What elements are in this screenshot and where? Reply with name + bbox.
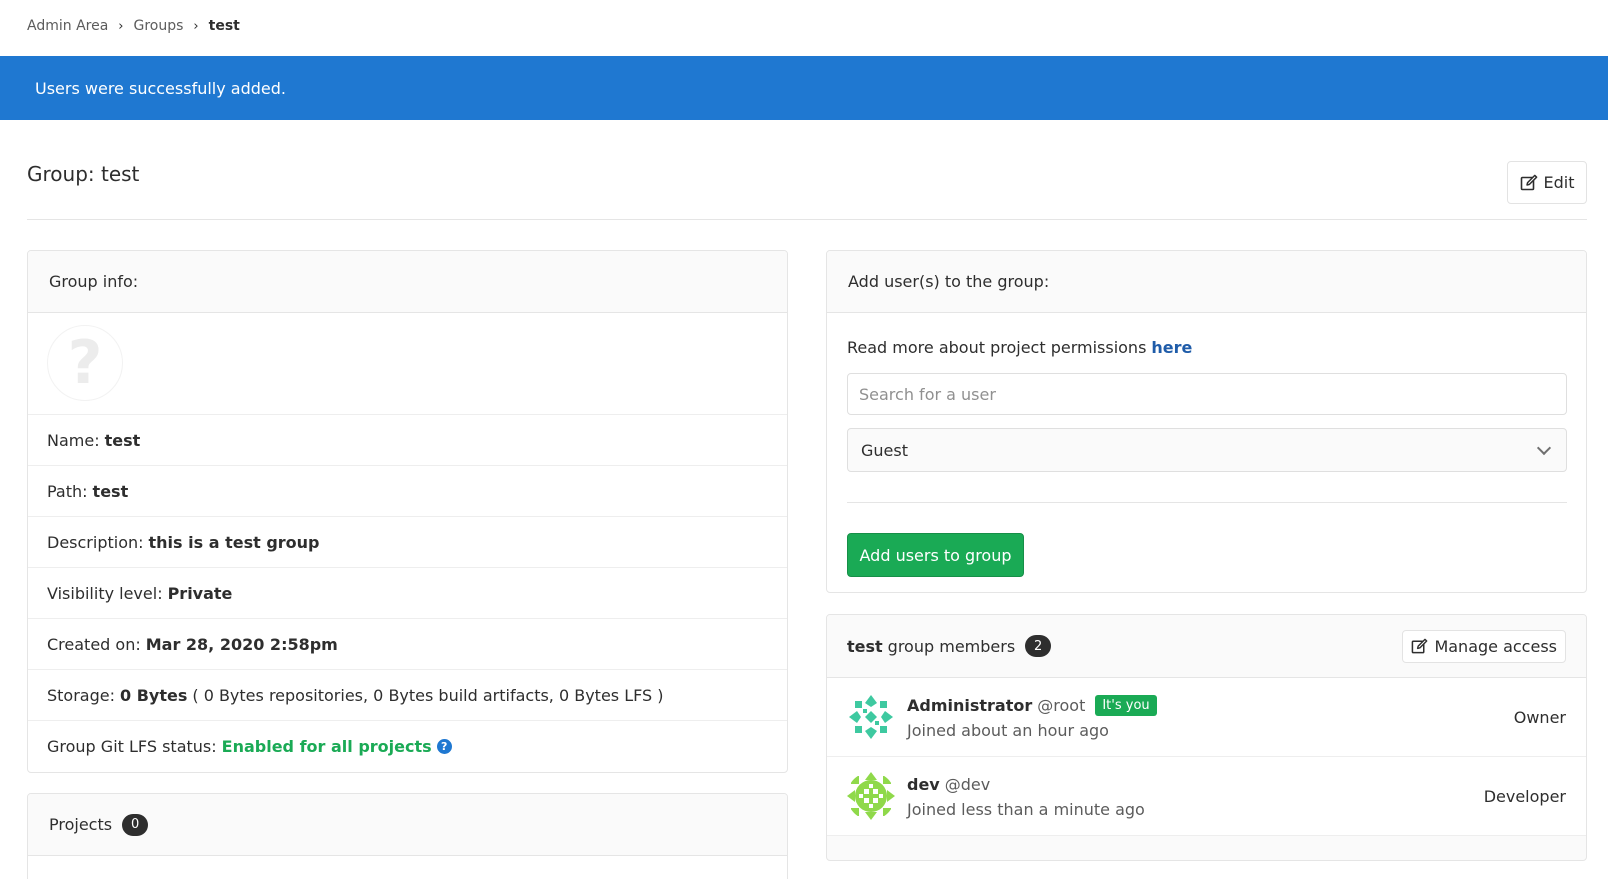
member-role: Developer (1483, 786, 1566, 806)
chevron-right-icon: › (193, 18, 199, 34)
user-search-input[interactable] (847, 373, 1567, 415)
member-row: dev @dev Joined less than a minute ago D… (827, 757, 1586, 836)
storage-detail: ( 0 Bytes repositories, 0 Bytes build ar… (192, 685, 664, 705)
breadcrumb-current[interactable]: test (209, 18, 240, 34)
member-handle: @dev (944, 774, 991, 794)
edit-icon (1520, 174, 1537, 190)
member-joined: Joined about an hour ago (907, 720, 1109, 740)
group-info-panel: Group info: ? Name: test Path: test Desc… (27, 250, 788, 773)
info-row-description: Description: this is a test group (28, 517, 787, 568)
members-title-suffix: group members (887, 636, 1016, 656)
storage-total: 0 Bytes (120, 685, 188, 705)
manage-access-label: Manage access (1434, 636, 1557, 656)
breadcrumb-admin-area[interactable]: Admin Area (27, 18, 108, 34)
member-identity: dev @dev (907, 771, 1484, 797)
group-members-panel: test group members 2 Manage access Admin… (826, 614, 1587, 861)
help-icon[interactable]: ? (436, 739, 452, 754)
path-value: test (92, 481, 129, 501)
members-title: test group members 2 (847, 635, 1052, 657)
lfs-status: Enabled for all projects (221, 737, 432, 756)
projects-title: Projects (49, 815, 113, 834)
group-info-header: Group info: (28, 251, 787, 313)
permissions-label: Read more about project permissions (847, 337, 1147, 357)
group-avatar-row: ? (28, 313, 787, 415)
members-count-badge: 2 (1025, 635, 1052, 657)
lfs-label: Group Git LFS status: (47, 737, 217, 756)
edit-button[interactable]: Edit (1507, 161, 1587, 204)
question-mark-icon: ? (67, 328, 103, 398)
members-header: test group members 2 Manage access (827, 615, 1586, 678)
member-row: Administrator @root It's you Joined abou… (827, 678, 1586, 757)
visibility-label: Visibility level: (47, 583, 163, 603)
members-group-name: test (847, 636, 883, 656)
chevron-down-icon (1536, 440, 1552, 455)
storage-label: Storage: (47, 685, 115, 705)
projects-header: Projects 0 (28, 794, 787, 856)
created-label: Created on: (47, 634, 141, 654)
info-row-storage: Storage: 0 Bytes ( 0 Bytes repositories,… (28, 670, 787, 721)
manage-access-button[interactable]: Manage access (1402, 629, 1566, 663)
identicon-avatar[interactable] (847, 772, 895, 820)
group-avatar: ? (47, 325, 123, 401)
access-level-value: Guest (861, 440, 908, 460)
group-info-title: Group info: (49, 272, 139, 291)
description-value: this is a test group (148, 532, 320, 552)
its-you-badge: It's you (1095, 694, 1157, 716)
edit-icon (1412, 638, 1428, 653)
member-identity: Administrator @root It's you (907, 692, 1514, 718)
add-users-panel: Add user(s) to the group: Read more abou… (826, 250, 1587, 593)
info-row-lfs: Group Git LFS status: Enabled for all pr… (28, 721, 787, 772)
member-name[interactable]: Administrator (907, 696, 1032, 715)
info-row-path: Path: test (28, 466, 787, 517)
member-role: Owner (1513, 707, 1566, 727)
member-joined: Joined less than a minute ago (907, 799, 1145, 819)
info-row-created: Created on: Mar 28, 2020 2:58pm (28, 619, 787, 670)
add-users-title: Add user(s) to the group: (848, 272, 1050, 291)
member-name[interactable]: dev (907, 775, 940, 794)
identicon-avatar[interactable] (847, 693, 895, 741)
page-title: Group: test (27, 162, 140, 186)
name-value: test (104, 430, 141, 450)
breadcrumb: Admin Area › Groups › test (27, 16, 240, 36)
flash-message: Users were successfully added. (35, 78, 286, 98)
title-divider (27, 219, 1587, 220)
add-users-form: Read more about project permissions here… (827, 313, 1586, 577)
name-label: Name: (47, 430, 100, 450)
description-label: Description: (47, 532, 144, 552)
add-users-header: Add user(s) to the group: (827, 251, 1586, 313)
visibility-value: Private (167, 583, 233, 603)
flash-notice: Users were successfully added. (0, 56, 1608, 120)
chevron-right-icon: › (118, 18, 124, 34)
permissions-link[interactable]: here (1151, 338, 1192, 357)
breadcrumb-groups[interactable]: Groups (134, 18, 184, 34)
created-value: Mar 28, 2020 2:58pm (145, 634, 338, 654)
form-divider (847, 502, 1567, 503)
permissions-text: Read more about project permissions here (847, 333, 1566, 361)
add-users-button[interactable]: Add users to group (847, 533, 1024, 577)
info-row-visibility: Visibility level: Private (28, 568, 787, 619)
member-info: Administrator @root It's you Joined abou… (907, 692, 1514, 742)
info-row-name: Name: test (28, 415, 787, 466)
projects-count-badge: 0 (122, 813, 149, 836)
member-handle: @root (1037, 695, 1086, 715)
member-info: dev @dev Joined less than a minute ago (907, 771, 1484, 821)
edit-label: Edit (1543, 173, 1575, 192)
access-level-select[interactable]: Guest (847, 428, 1567, 472)
path-label: Path: (47, 481, 88, 501)
projects-panel: Projects 0 (27, 793, 788, 879)
